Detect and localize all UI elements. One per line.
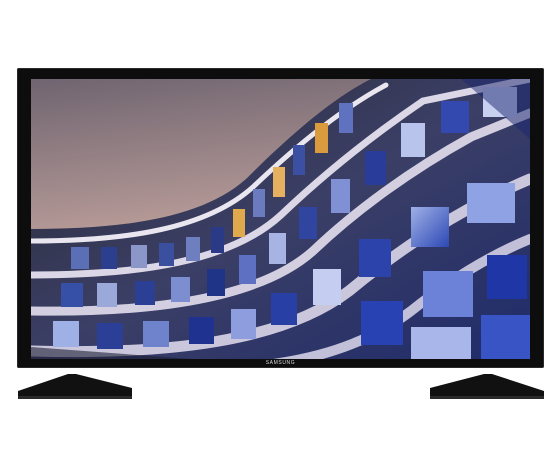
left-stand [18,374,134,400]
tv-screen [31,79,530,359]
television: SAMSUNG [17,68,544,368]
right-stand [426,374,544,400]
brand-logo: SAMSUNG [265,360,296,366]
screen-image [31,79,530,359]
